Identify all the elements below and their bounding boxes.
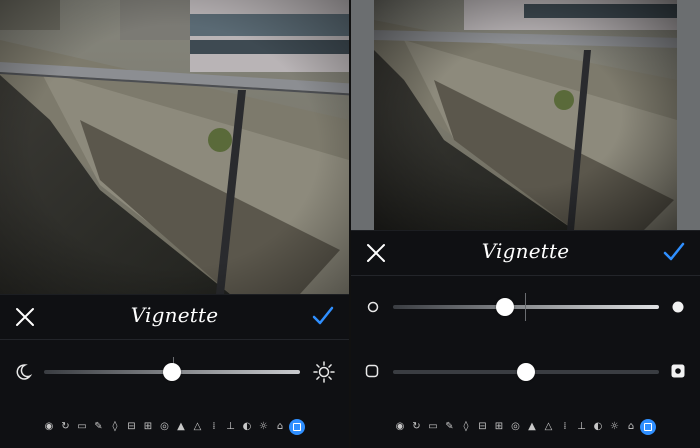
tool-title: Vignette <box>481 239 570 263</box>
center-marker <box>525 293 526 321</box>
crop-icon[interactable]: ▭ <box>427 421 439 433</box>
triangle-icon[interactable]: ▲ <box>526 421 538 433</box>
divider <box>0 339 349 340</box>
ui-icon[interactable]: ⌂ <box>625 421 637 433</box>
square-dot-icon <box>671 364 685 378</box>
contrast-icon[interactable]: ◐ <box>592 421 604 433</box>
checkmark-icon[interactable] <box>662 240 686 264</box>
checkmark-icon[interactable] <box>311 304 335 328</box>
triangle-icon[interactable]: ▲ <box>175 421 187 433</box>
sun-icon <box>313 361 335 383</box>
eye-icon[interactable]: ◉ <box>394 421 406 433</box>
adjustment-panel: Vignette ◉ ↻ ▭ ✎ ◊ ⊟ ⊞ ◎ ▲ △ ⁞ ⊥ ◐ ☼ ⌂ <box>351 230 700 448</box>
radius-slider-thumb[interactable] <box>495 298 514 316</box>
triangle-outline-icon[interactable]: △ <box>192 421 204 433</box>
circle-outline-icon <box>367 301 379 313</box>
tool-title: Vignette <box>130 303 219 327</box>
rounded-square-outline-icon <box>365 364 379 378</box>
top-bar: Vignette <box>0 295 349 339</box>
brush-icon[interactable]: ✎ <box>444 421 456 433</box>
photo-preview <box>351 0 700 230</box>
moon-icon <box>16 364 32 380</box>
print-icon[interactable]: ⊞ <box>493 421 505 433</box>
thermometer-icon[interactable]: ⊥ <box>225 421 237 433</box>
vignette-icon[interactable] <box>288 419 305 435</box>
contrast-icon[interactable]: ◐ <box>241 421 253 433</box>
adjustment-panel: Vignette ◉ ↻ ▭ ✎ ◊ ⊟ ⊞ ◎ ▲ △ ⁞ ⊥ ◐ ☼ ⌂ <box>0 294 349 448</box>
spiral-icon[interactable]: ◎ <box>510 421 522 433</box>
divider <box>351 275 700 276</box>
rotate-icon[interactable]: ↻ <box>60 421 72 433</box>
triangle-outline-icon[interactable]: △ <box>543 421 555 433</box>
intensity-slider-thumb[interactable] <box>163 363 181 381</box>
photo-preview <box>0 0 349 294</box>
vignette-editor-left: Vignette ◉ ↻ ▭ ✎ ◊ ⊟ ⊞ ◎ ▲ △ ⁞ ⊥ ◐ ☼ ⌂ <box>0 0 349 448</box>
print-icon[interactable]: ⊞ <box>142 421 154 433</box>
circle-filled-icon <box>672 301 684 313</box>
sun-icon[interactable]: ☼ <box>258 421 270 433</box>
brush-icon[interactable]: ✎ <box>93 421 105 433</box>
tool-strip: ◉ ↻ ▭ ✎ ◊ ⊟ ⊞ ◎ ▲ △ ⁞ ⊥ ◐ ☼ ⌂ <box>351 419 700 435</box>
radius-slider-track[interactable] <box>393 305 659 309</box>
top-bar: Vignette <box>351 231 700 275</box>
grain-icon[interactable]: ⁞ <box>559 421 571 433</box>
spiral-icon[interactable]: ◎ <box>159 421 171 433</box>
vignette-editor-right: Vignette ◉ ↻ ▭ ✎ ◊ ⊟ ⊞ ◎ ▲ △ ⁞ ⊥ ◐ ☼ ⌂ <box>351 0 700 448</box>
eye-icon[interactable]: ◉ <box>43 421 55 433</box>
crop-icon[interactable]: ▭ <box>76 421 88 433</box>
strength-slider-thumb[interactable] <box>517 363 535 381</box>
straighten-icon[interactable]: ⊟ <box>477 421 489 433</box>
drop-icon[interactable]: ◊ <box>460 421 472 433</box>
vignette-icon[interactable] <box>639 419 656 435</box>
thermometer-icon[interactable]: ⊥ <box>576 421 588 433</box>
ui-icon[interactable]: ⌂ <box>274 421 286 433</box>
drop-icon[interactable]: ◊ <box>109 421 121 433</box>
straighten-icon[interactable]: ⊟ <box>126 421 138 433</box>
rotate-icon[interactable]: ↻ <box>411 421 423 433</box>
grain-icon[interactable]: ⁞ <box>208 421 220 433</box>
tool-strip: ◉ ↻ ▭ ✎ ◊ ⊟ ⊞ ◎ ▲ △ ⁞ ⊥ ◐ ☼ ⌂ <box>0 419 349 435</box>
sun-icon[interactable]: ☼ <box>609 421 621 433</box>
